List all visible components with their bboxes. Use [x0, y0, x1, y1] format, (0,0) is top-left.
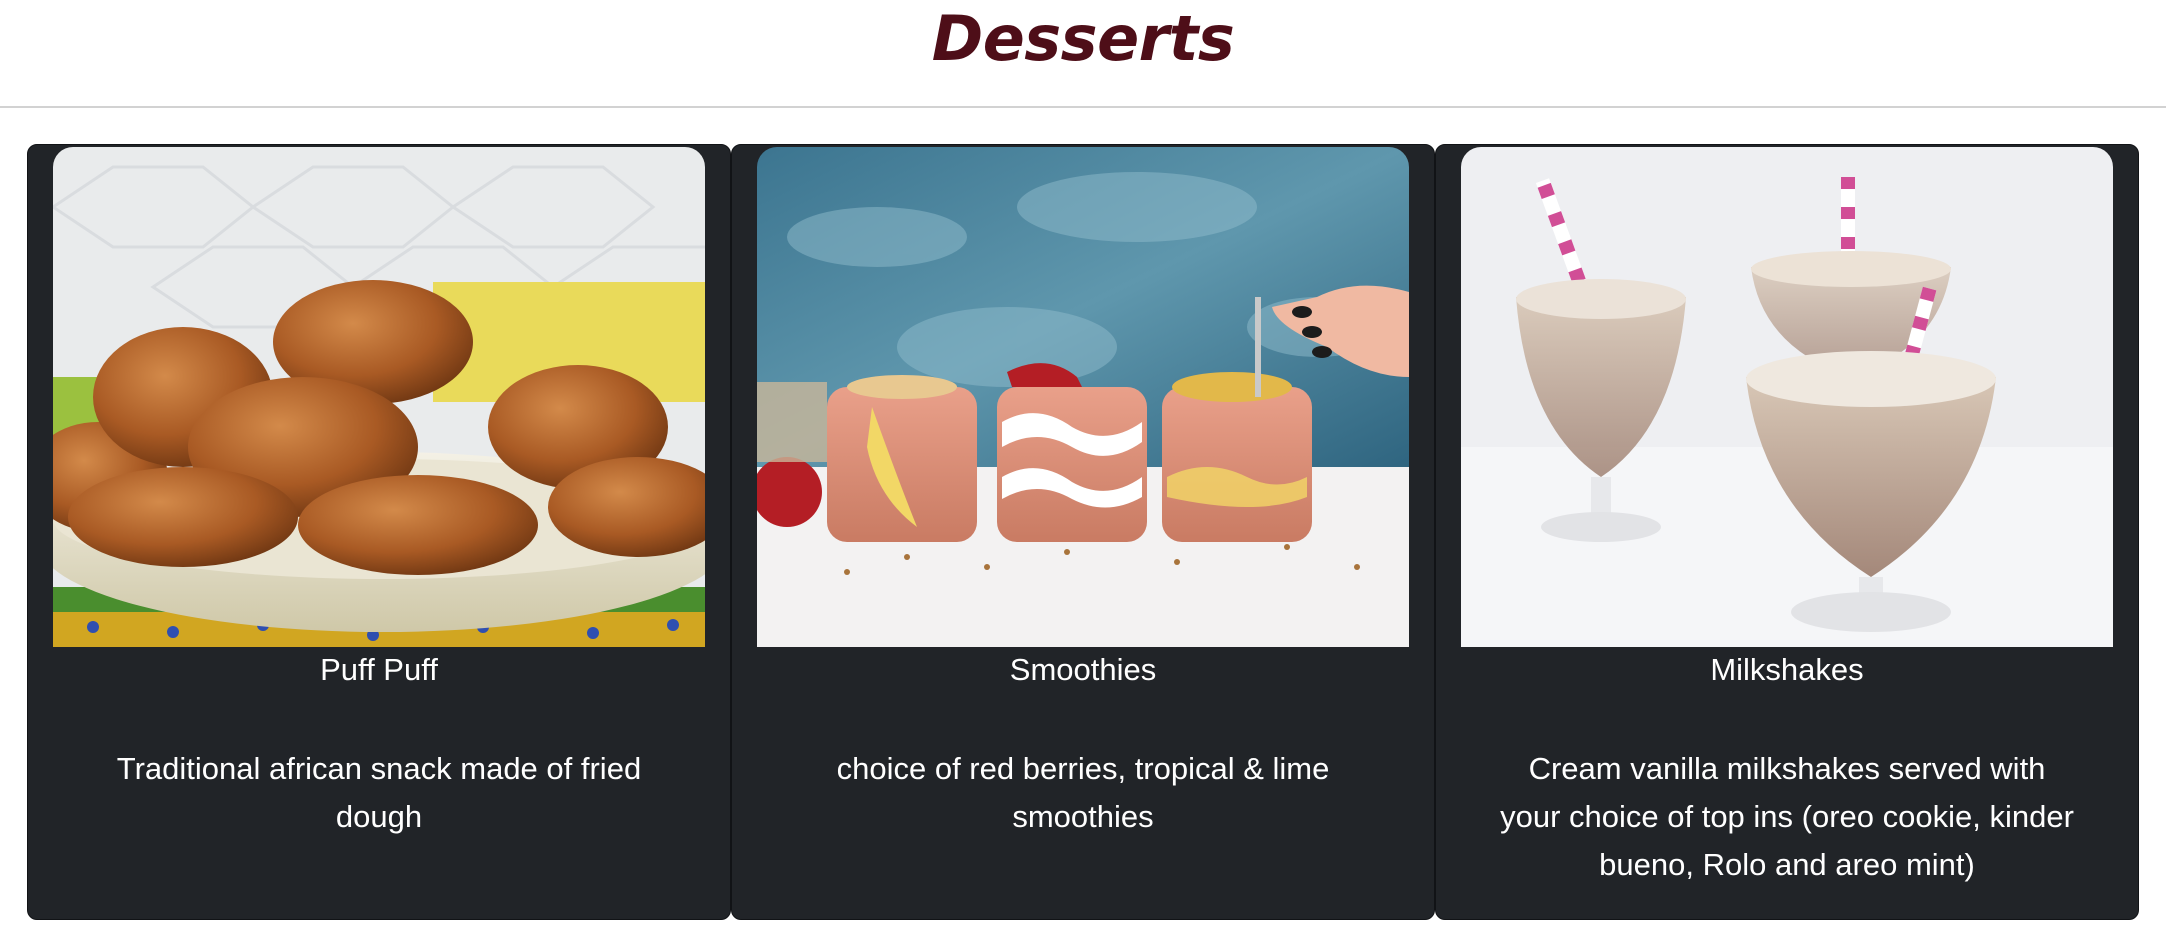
- dessert-card-puff-puff[interactable]: Puff Puff Traditional african snack made…: [27, 144, 731, 920]
- puff-puff-photo: [53, 147, 705, 647]
- card-title: Smoothies: [1009, 652, 1157, 687]
- dessert-card-milkshakes[interactable]: Milkshakes Cream vanilla milkshakes serv…: [1435, 144, 2139, 920]
- page-title: Desserts: [931, 2, 1235, 75]
- milkshakes-image: [1461, 147, 2113, 647]
- milkshakes-photo: [1461, 147, 2113, 647]
- dessert-cards: Puff Puff Traditional african snack made…: [27, 144, 2139, 920]
- card-title: Milkshakes: [1710, 652, 1864, 687]
- puff-puff-image: [53, 147, 705, 647]
- card-description: Cream vanilla milkshakes served with you…: [1500, 751, 2074, 882]
- card-title: Puff Puff: [320, 652, 438, 687]
- desserts-page: Desserts Puff Puff Traditional african s…: [0, 0, 2166, 936]
- smoothies-image: [757, 147, 1409, 647]
- card-description: Traditional african snack made of fried …: [116, 751, 642, 834]
- dessert-card-smoothies[interactable]: Smoothies choice of red berries, tropica…: [731, 144, 1435, 920]
- smoothies-photo: [757, 147, 1409, 647]
- card-description: choice of red berries, tropical & lime s…: [836, 751, 1330, 834]
- page-header: Desserts: [0, 0, 2166, 108]
